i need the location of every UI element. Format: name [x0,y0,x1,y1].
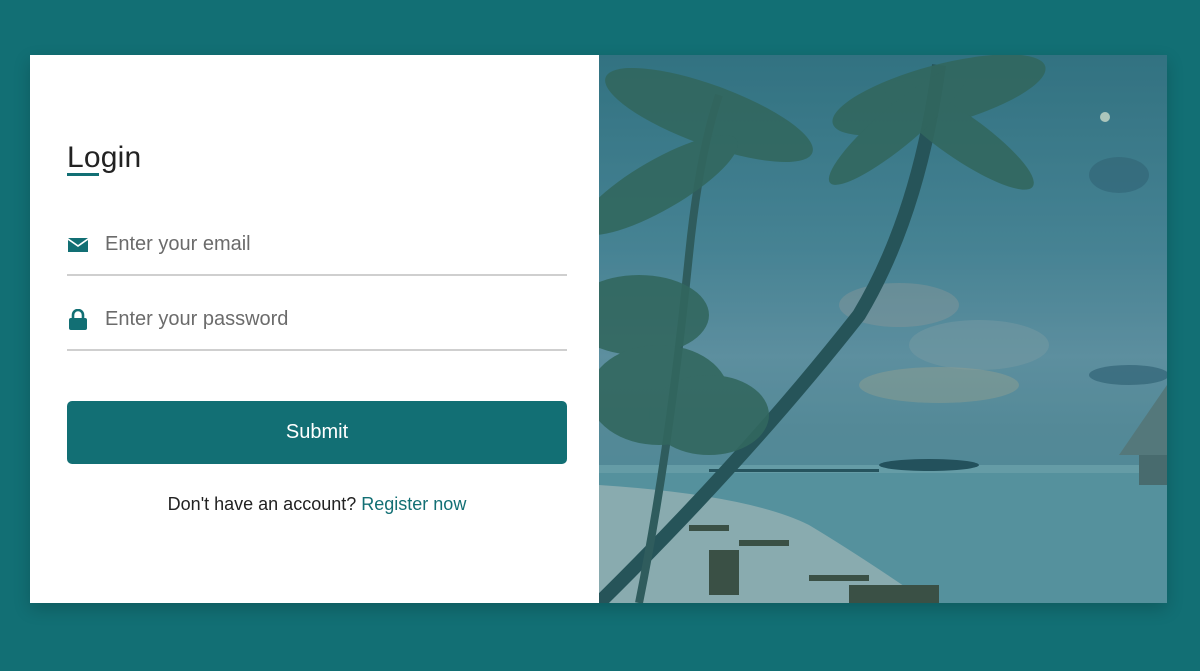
register-link[interactable]: Register now [361,494,466,514]
submit-button[interactable]: Submit [67,401,567,464]
image-overlay [599,55,1167,603]
register-prompt: Don't have an account? Register now [67,494,567,515]
envelope-icon [67,234,89,256]
password-field [67,299,567,351]
form-panel: Login Submit Don't have an account [30,55,599,603]
beach-image [599,55,1167,603]
email-field [67,224,567,276]
register-prompt-text: Don't have an account? [167,494,357,514]
page-title: Login [67,141,142,174]
email-input[interactable] [105,226,555,262]
lock-icon [67,309,89,331]
login-card: Login Submit Don't have an account [30,55,1167,603]
password-input[interactable] [105,301,555,337]
title-underline [67,173,99,176]
